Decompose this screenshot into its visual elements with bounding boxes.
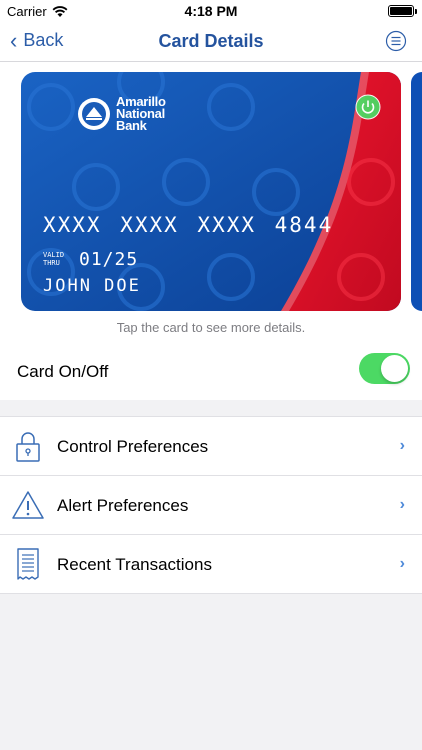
options-list: Control Preferences › Alert Preferences … — [0, 416, 422, 594]
page-title: Card Details — [158, 31, 264, 51]
chevron-right-icon: › — [399, 437, 405, 454]
tap-hint: Tap the card to see more details. — [116, 320, 306, 335]
bank-logo-icon — [78, 98, 110, 130]
status-time: 4:18 PM — [184, 3, 238, 19]
card-toggle-label: Card On/Off — [17, 362, 109, 381]
list-item-label: Recent Transactions — [57, 555, 212, 574]
receipt-icon — [17, 548, 39, 580]
card-expiry: 01/25 — [79, 249, 139, 270]
list-item-alert-preferences[interactable]: Alert Preferences › — [0, 476, 422, 535]
power-icon[interactable] — [355, 94, 381, 120]
card-area: Amarillo National Bank XXXX XXXX XXXX 48… — [0, 62, 422, 342]
bank-name-line3: Bank — [116, 118, 147, 133]
bank-name: Amarillo National Bank — [116, 95, 166, 133]
list-item-label: Control Preferences — [57, 437, 209, 456]
status-bar: Carrier 4:18 PM — [0, 0, 422, 22]
nav-bar: ‹ Back Card Details — [0, 22, 422, 62]
card-holder-name: JOHN DOE — [43, 276, 141, 296]
chevron-right-icon: › — [399, 496, 405, 513]
valid-line1: VALID — [43, 251, 65, 259]
chevron-right-icon: › — [399, 555, 405, 572]
battery-icon — [388, 5, 417, 17]
list-item-recent-transactions[interactable]: Recent Transactions › — [0, 535, 422, 594]
valid-thru-label: VALID THRU — [43, 251, 64, 267]
valid-line2: THRU — [43, 259, 60, 267]
debit-card[interactable]: Amarillo National Bank XXXX XXXX XXXX 48… — [21, 72, 401, 311]
warning-icon — [12, 491, 44, 519]
card-toggle-row: Card On/Off — [0, 342, 422, 400]
switch-knob — [381, 355, 408, 382]
card-on-off-switch[interactable] — [359, 353, 410, 384]
next-card-peek[interactable] — [411, 72, 422, 311]
bank-logo: Amarillo National Bank — [77, 95, 166, 133]
lock-icon — [16, 432, 40, 462]
card-number: XXXX XXXX XXXX 4844 — [43, 213, 334, 237]
list-item-control-preferences[interactable]: Control Preferences › — [0, 417, 422, 476]
list-item-label: Alert Preferences — [57, 496, 189, 515]
menu-icon[interactable] — [385, 30, 407, 52]
